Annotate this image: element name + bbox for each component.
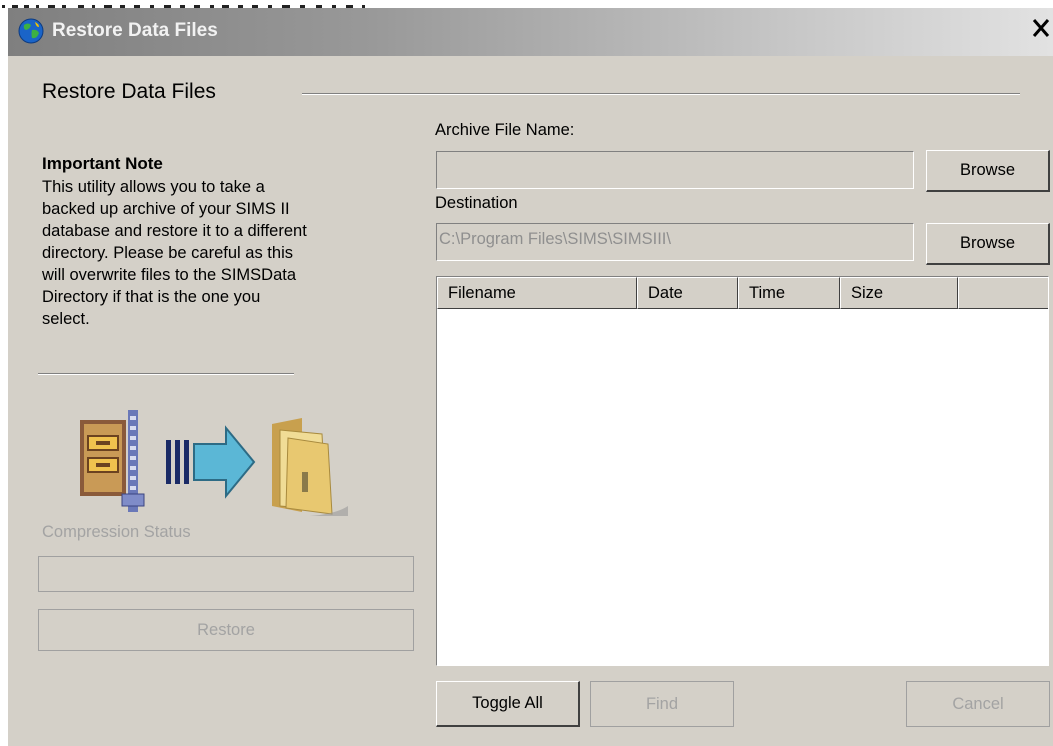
column-header-extra[interactable] bbox=[958, 277, 1048, 309]
globe-icon bbox=[18, 18, 44, 44]
column-header-filename[interactable]: Filename bbox=[437, 277, 637, 309]
note-line: backed up archive of your SIMS II bbox=[42, 200, 290, 218]
toggle-all-button[interactable]: Toggle All bbox=[436, 681, 580, 727]
note-line: This utility allows you to take a bbox=[42, 178, 265, 196]
find-button[interactable]: Find bbox=[590, 681, 734, 727]
destination-browse-button[interactable]: Browse bbox=[926, 223, 1050, 265]
destination-label: Destination bbox=[435, 194, 518, 212]
transfer-bars-icon bbox=[166, 440, 189, 484]
right-arrow-icon bbox=[193, 425, 256, 499]
compression-progress-bar bbox=[38, 556, 414, 592]
file-list-header: Filename Date Time Size bbox=[437, 277, 1048, 311]
window-title: Restore Data Files bbox=[52, 20, 218, 41]
note-line: will overwrite files to the SIMSData bbox=[42, 266, 297, 284]
column-header-date[interactable]: Date bbox=[637, 277, 738, 309]
compression-status-label: Compression Status bbox=[42, 523, 191, 541]
close-button[interactable] bbox=[1030, 18, 1052, 44]
destination-input[interactable]: C:\Program Files\SIMS\SIMSIII\ bbox=[436, 223, 914, 261]
section-title: Restore Data Files bbox=[42, 80, 216, 103]
section-divider bbox=[302, 93, 1020, 95]
zip-archive-icon bbox=[80, 410, 145, 512]
note-line: directory. Please be careful as this bbox=[42, 244, 293, 262]
note-title: Important Note bbox=[42, 154, 163, 173]
title-bar[interactable]: Restore Data Files bbox=[8, 8, 1053, 56]
left-divider bbox=[38, 373, 294, 375]
restore-illustration bbox=[80, 410, 348, 516]
restore-button[interactable]: Restore bbox=[38, 609, 414, 651]
archive-file-input[interactable] bbox=[436, 151, 914, 189]
note-body: This utility allows you to take a backed… bbox=[42, 176, 382, 330]
column-header-time[interactable]: Time bbox=[738, 277, 840, 309]
archive-browse-button[interactable]: Browse bbox=[926, 150, 1050, 192]
restore-dialog: Restore Data Files Restore Data Files Im… bbox=[8, 8, 1053, 746]
archive-file-label: Archive File Name: bbox=[435, 121, 575, 139]
close-icon bbox=[1032, 19, 1050, 37]
partial-caption-strip bbox=[0, 0, 1053, 8]
note-line: Directory if that is the one you bbox=[42, 288, 261, 306]
cancel-button[interactable]: Cancel bbox=[906, 681, 1050, 727]
column-header-size[interactable]: Size bbox=[840, 277, 958, 309]
folder-icon bbox=[272, 418, 348, 516]
note-line: database and restore it to a different bbox=[42, 222, 307, 240]
file-list[interactable]: Filename Date Time Size bbox=[436, 276, 1049, 666]
note-line: select. bbox=[42, 310, 90, 328]
